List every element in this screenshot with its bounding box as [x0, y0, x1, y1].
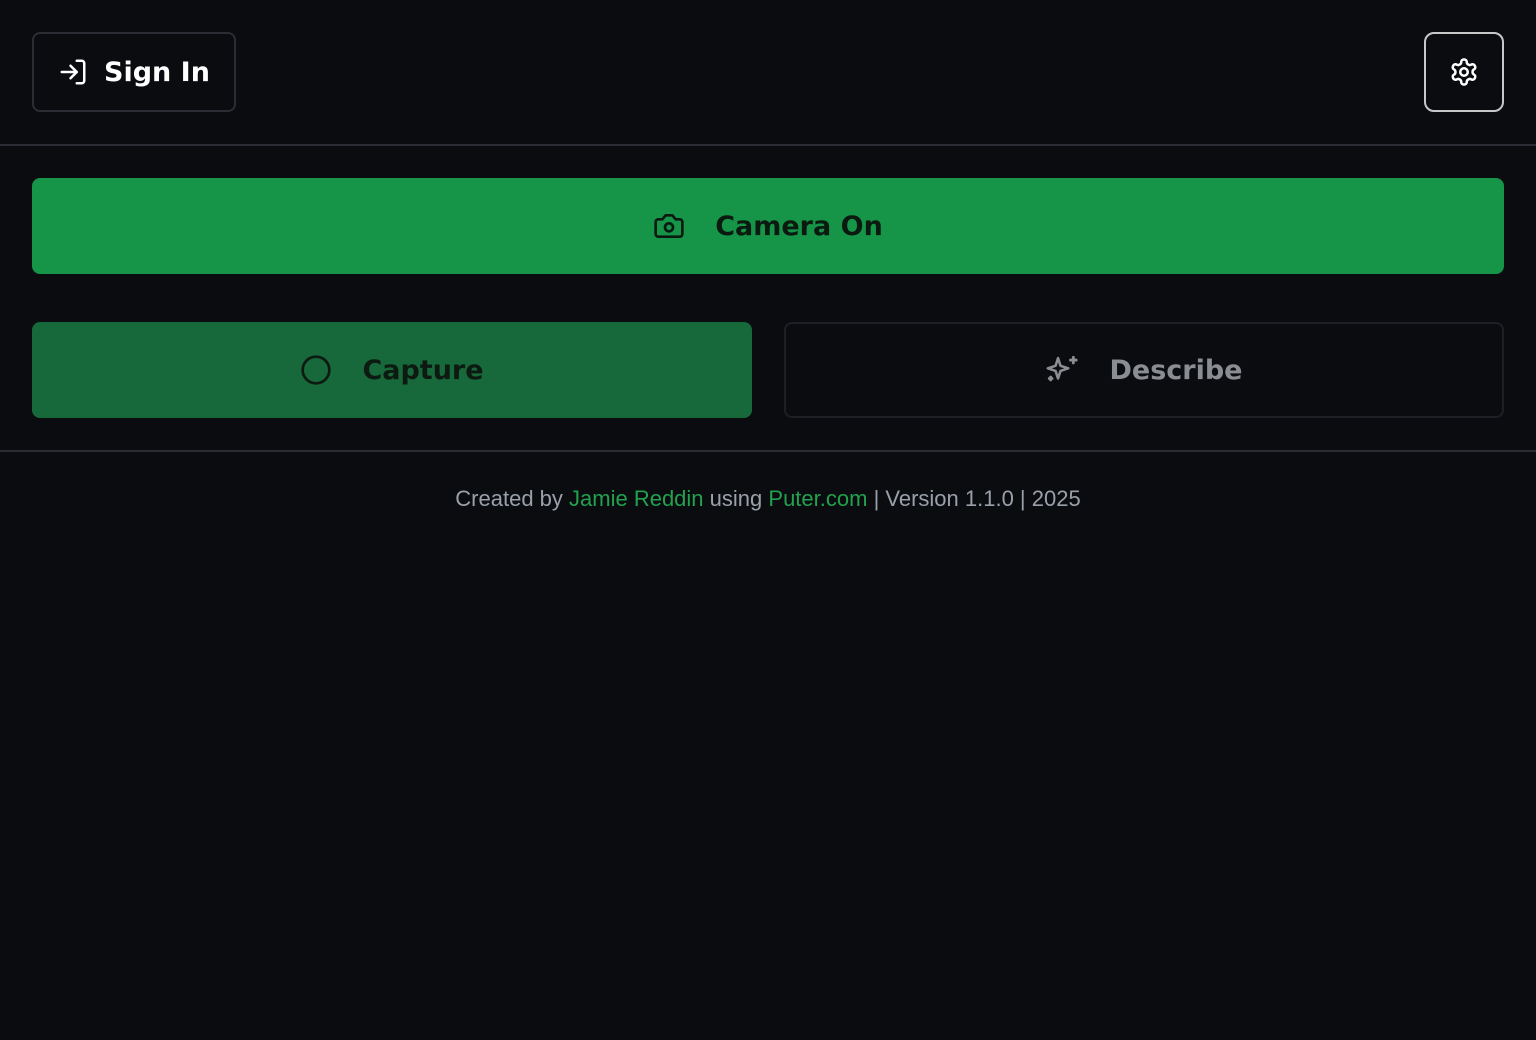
footer-suffix: | Version 1.1.0 | 2025: [873, 486, 1081, 511]
describe-label: Describe: [1109, 354, 1243, 386]
section-divider: [0, 450, 1536, 452]
camera-on-label: Camera On: [715, 210, 883, 242]
app-header: Sign In: [0, 0, 1536, 146]
footer-prefix: Created by: [455, 486, 563, 511]
platform-link[interactable]: Puter.com: [768, 486, 867, 511]
sparkles-icon: [1045, 353, 1079, 387]
sign-in-label: Sign In: [104, 56, 210, 88]
author-link[interactable]: Jamie Reddin: [569, 486, 704, 511]
capture-button[interactable]: Capture: [32, 322, 752, 418]
settings-button[interactable]: [1424, 32, 1504, 112]
describe-button[interactable]: Describe: [784, 322, 1504, 418]
gear-icon: [1449, 57, 1479, 87]
footer: Created by Jamie Reddin using Puter.com …: [0, 486, 1536, 512]
capture-label: Capture: [362, 354, 484, 386]
camera-icon: [653, 210, 685, 242]
circle-icon: [300, 354, 332, 386]
camera-on-button[interactable]: Camera On: [32, 178, 1504, 274]
footer-middle: using: [709, 486, 763, 511]
sign-in-button[interactable]: Sign In: [32, 32, 236, 112]
sign-in-icon: [58, 57, 88, 87]
